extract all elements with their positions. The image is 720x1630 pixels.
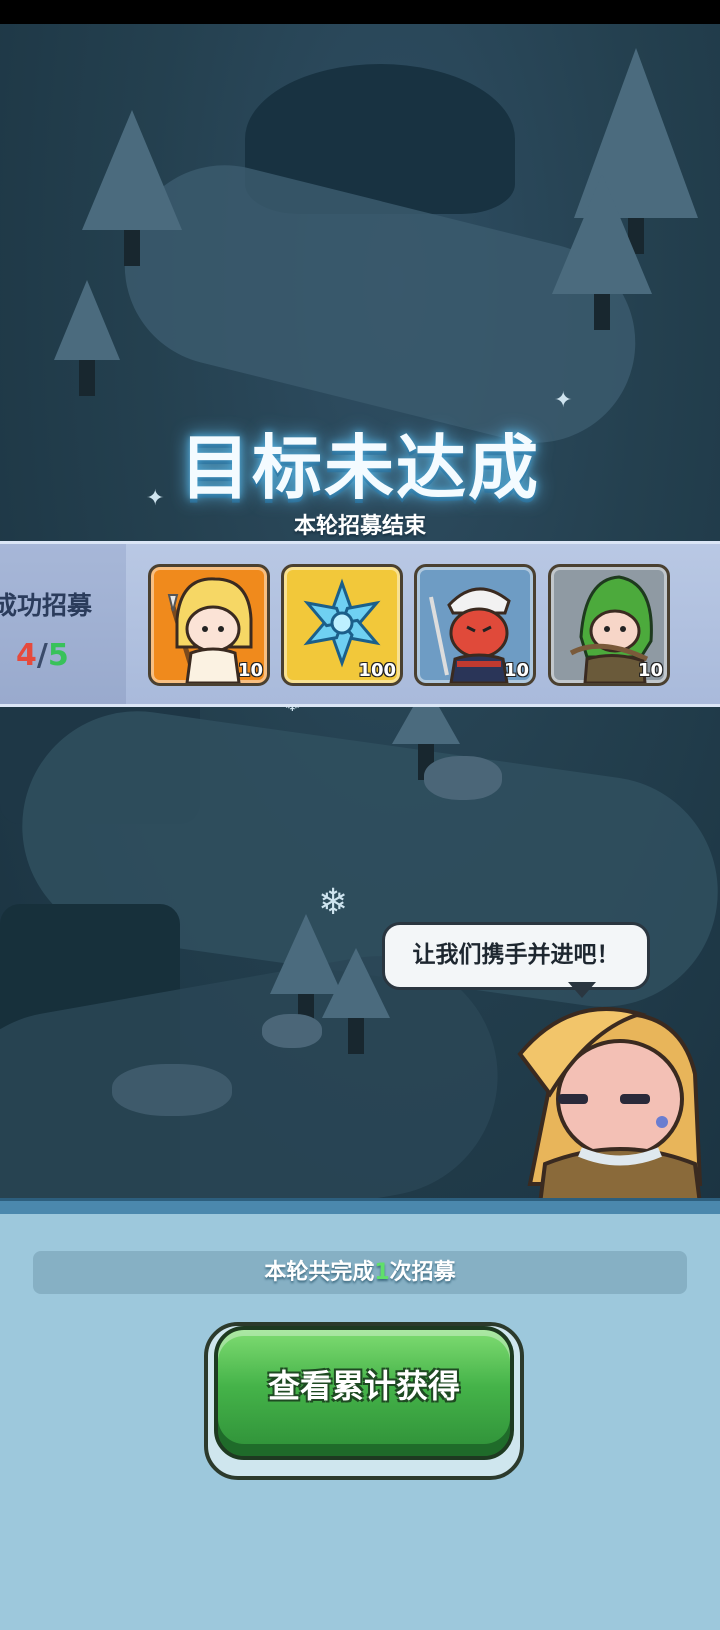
summary-prefix: 本轮共完成 [264,1260,375,1285]
snow-rock [262,1014,322,1048]
recruit-label: 成功招募 [0,591,93,620]
reward-card-green-hood-archer[interactable]: 10 [548,564,670,686]
snow-rock [112,1064,232,1116]
snow-rock [424,756,502,800]
status-bar [0,0,720,24]
pine-tree [54,280,120,396]
speech-bubble-tail [568,982,596,998]
reward-card-ice-crystal[interactable]: 100 [281,564,403,686]
reward-amount: 10 [237,660,263,681]
blonde-character-portrait [517,1007,703,1202]
pine-tree [552,174,652,330]
pine-tree [322,948,390,1054]
snowflake-icon: ❄ [318,882,349,923]
reward-card-spear-hero[interactable]: 10 [148,564,270,686]
result-title: 目标未达成 [180,427,540,509]
reward-band: 成功招募 4/5 10 100 10 10 [0,541,720,707]
recruit-count: 4/5 [16,638,69,673]
snowflake-icon: ✦ [554,388,573,413]
reward-amount: 10 [637,660,663,681]
summary-count: 1 [374,1260,390,1285]
recruit-count-separator: / [36,638,48,673]
pine-tree [82,110,182,266]
reward-amount: 100 [358,660,396,681]
result-subtitle: 本轮招募结束 [293,514,426,539]
recruit-progress-panel: 成功招募 4/5 [0,544,126,704]
reward-amount: 10 [503,660,529,681]
reward-card-red-oni-warrior[interactable]: 10 [414,564,536,686]
summary-suffix: 次招募 [389,1260,456,1285]
recruit-count-max: 5 [47,638,69,673]
speech-bubble: 让我们携手并进吧！ [382,922,650,990]
view-accumulated-rewards-button[interactable]: 查看累计获得 [214,1326,514,1460]
recruit-summary-bar: 本轮共完成1次招募 [33,1251,687,1294]
recruit-count-current: 4 [16,638,37,673]
